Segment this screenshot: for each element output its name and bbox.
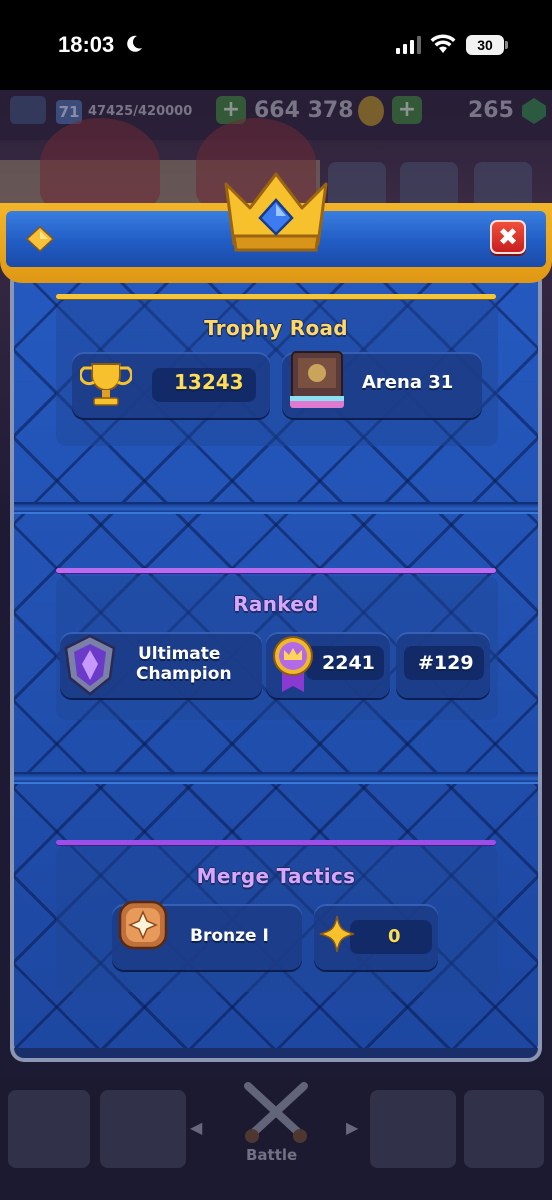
nav-cards-tab[interactable] [100, 1090, 186, 1168]
ranked-title: Ranked [233, 592, 319, 616]
swords-icon [244, 1082, 308, 1143]
xp-counter: 47425/420000 [88, 104, 193, 119]
add-gems-button[interactable]: + [392, 96, 422, 124]
nav-battle-label[interactable]: Battle [246, 1146, 297, 1164]
ranked-accent-line [56, 568, 496, 573]
crown-icon [224, 172, 328, 252]
status-time: 18:03 [58, 32, 115, 57]
bronze-badge-icon [118, 900, 168, 950]
trophy-icon [80, 363, 132, 406]
ranked-league-line1: Ultimate [138, 644, 221, 664]
ranked-league-line2: Champion [136, 664, 232, 684]
ranked-rating: 2241 [322, 652, 375, 674]
background-character [40, 118, 160, 210]
wifi-icon [430, 34, 456, 53]
merge-points: 0 [388, 926, 401, 947]
profile-icon[interactable] [10, 96, 46, 124]
nav-events-tab[interactable] [464, 1090, 544, 1168]
arena-name: Arena 31 [362, 372, 454, 393]
signal-icon [396, 36, 421, 54]
ranked-position: #129 [418, 652, 474, 674]
nav-left-arrow-icon[interactable]: ◀ [190, 1118, 202, 1137]
nav-right-arrow-icon[interactable]: ▶ [346, 1118, 358, 1137]
modal-bottom-edge [14, 1048, 538, 1058]
section-divider [14, 772, 538, 784]
trophy-count: 13243 [174, 370, 244, 394]
trophy-road-title: Trophy Road [204, 316, 348, 340]
battery-indicator: 30 [466, 35, 504, 55]
league-shield-icon [64, 634, 116, 696]
moon-icon [127, 35, 142, 52]
close-button[interactable]: ✖ [490, 220, 526, 254]
status-bar: 18:03 30 [0, 0, 552, 90]
star-icon [319, 915, 355, 953]
nav-clan-tab[interactable] [370, 1090, 456, 1168]
trophy-road-accent-line [56, 294, 496, 299]
rating-medal-icon [273, 636, 313, 692]
nav-shop-tab[interactable] [8, 1090, 90, 1168]
diamond-icon [26, 226, 54, 252]
close-icon: ✖ [497, 223, 519, 251]
merge-tactics-accent-line [56, 840, 496, 845]
gems-counter: 265 [468, 98, 514, 123]
gold-coin-icon [358, 96, 384, 126]
merge-tactics-title: Merge Tactics [196, 864, 356, 888]
section-divider [14, 502, 538, 514]
battery-nub [505, 41, 508, 49]
merge-league-name: Bronze I [190, 926, 269, 946]
arena-icon [290, 351, 344, 408]
